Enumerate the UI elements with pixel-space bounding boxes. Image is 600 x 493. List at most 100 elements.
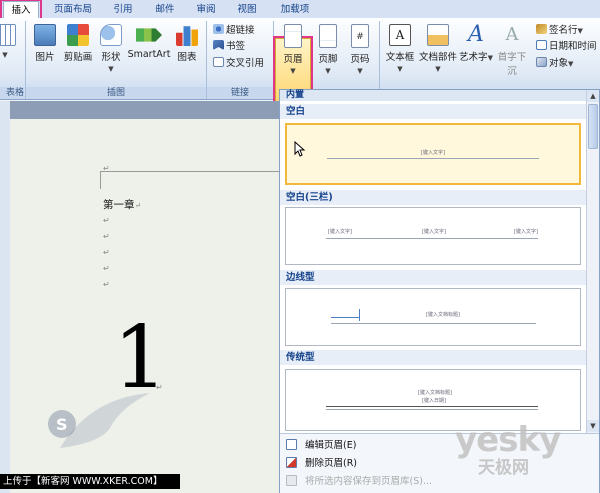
tab-view[interactable]: 视图 — [232, 1, 262, 18]
tab-insert[interactable]: 插入 — [0, 0, 42, 20]
object-button[interactable]: 对象▼ — [536, 57, 573, 71]
tab-references[interactable]: 引用 — [108, 1, 138, 18]
chart-label: 图表 — [177, 52, 197, 63]
table-button[interactable]: ▼ — [0, 24, 16, 60]
upload-caption-watermark: 上传于【新客网 WWW.XKER.COM】 — [0, 474, 180, 489]
remove-header-label: 删除页眉(R) — [305, 458, 358, 469]
paragraph-mark: ↵ — [103, 164, 110, 173]
crossref-button[interactable]: 交叉引用 — [213, 57, 264, 71]
remove-header-icon — [286, 457, 297, 468]
page-number-icon: # — [351, 24, 369, 48]
picture-button[interactable]: 图片 — [29, 24, 61, 63]
thumb-placeholder: [键入文字] — [514, 229, 538, 235]
header-button[interactable]: 页眉 ▼ — [277, 24, 309, 76]
thumb-placeholder: [键入文字] — [421, 150, 445, 156]
chevron-down-icon: ▼ — [357, 67, 363, 75]
thumb-placeholder: [键入文档标题] — [418, 390, 452, 396]
thumb-rule — [327, 158, 539, 159]
site-logo-watermark: S — [48, 393, 150, 448]
header-icon — [284, 24, 302, 48]
header-style-sideline[interactable]: [键入文档标题] — [285, 288, 581, 346]
smartart-icon — [136, 28, 162, 42]
scroll-thumb[interactable] — [588, 104, 598, 149]
thumb-rule — [326, 406, 538, 407]
datetime-label: 日期和时间 — [549, 41, 597, 52]
tab-addins[interactable]: 加载项 — [275, 1, 315, 18]
clipart-button[interactable]: 剪贴画 — [61, 24, 95, 63]
edit-header-icon — [286, 439, 297, 450]
group-label-table: 表格 — [0, 87, 24, 99]
object-label: 对象 — [549, 58, 569, 69]
wordart-label: 艺术字 — [459, 52, 488, 63]
signature-button[interactable]: 签名行▼ — [536, 24, 583, 38]
thumb-placeholder: [键入文字] — [422, 229, 446, 235]
chevron-down-icon: ▼ — [325, 67, 331, 75]
gallery-category-sideline: 边线型 — [280, 270, 586, 285]
tab-page-layout[interactable]: 页面布局 — [48, 1, 98, 18]
bookmark-label: 书签 — [226, 41, 246, 52]
ribbon: ▼ 表格 图片 剪贴画 形状 ▼ SmartArt 图表 插图 超链接 书签 交叉… — [0, 18, 600, 109]
edit-header-menu-item[interactable]: 编辑页眉(E) — [286, 438, 356, 454]
paragraph-mark: ↵ — [103, 248, 110, 257]
save-to-header-gallery-menu-item[interactable]: 将所选内容保存到页眉库(S)... — [286, 474, 432, 490]
hyperlink-button[interactable]: 超链接 — [213, 24, 255, 38]
thumb-rule — [326, 409, 538, 410]
ribbon-tab-bar: 插入 页面布局 引用 邮件 审阅 视图 加载项 — [0, 0, 600, 20]
dropcap-label: 首字下沉 — [497, 52, 527, 77]
dropcap-icon: A — [505, 24, 519, 45]
textbox-icon: A — [389, 24, 411, 46]
datetime-button[interactable]: 日期和时间 — [536, 40, 597, 54]
header-label: 页眉 — [283, 54, 303, 65]
gallery-category-blank: 空白 — [280, 104, 586, 119]
page-number-button[interactable]: # 页码 ▼ — [345, 24, 375, 76]
smartart-button[interactable]: SmartArt — [127, 24, 171, 60]
paragraph-mark: ↵ — [103, 216, 110, 225]
chart-button[interactable]: 图表 — [172, 24, 202, 63]
thumb-accent-rule — [331, 317, 359, 318]
thumb-placeholder: [键入文字] — [328, 229, 352, 235]
calendar-icon — [536, 40, 547, 50]
paragraph-mark: ↵ — [103, 264, 110, 273]
thumb-rule — [326, 238, 538, 239]
scroll-up-icon[interactable]: ▲ — [587, 90, 599, 102]
mouse-cursor-icon — [294, 141, 306, 157]
header-boundary-line — [100, 171, 280, 172]
paragraph-mark: ↵ — [103, 232, 110, 241]
chevron-down-icon: ▼ — [290, 67, 296, 75]
header-style-blank-three-column[interactable]: [键入文字] [键入文字] [键入文字] — [285, 207, 581, 265]
group-label-illustrations: 插图 — [26, 87, 206, 99]
save-gallery-icon — [286, 475, 297, 486]
bookmark-button[interactable]: 书签 — [213, 40, 245, 54]
wordart-button[interactable]: A 艺术字▼ — [458, 22, 494, 64]
dropcap-button[interactable]: A 首字下沉 — [494, 24, 530, 77]
scroll-down-icon[interactable]: ▼ — [587, 420, 599, 432]
footer-button[interactable]: 页脚 ▼ — [313, 24, 343, 76]
object-icon — [536, 57, 547, 67]
chevron-down-icon: ▼ — [435, 65, 441, 73]
tab-review[interactable]: 审阅 — [191, 1, 221, 18]
chevron-down-icon: ▼ — [487, 54, 493, 62]
shapes-button[interactable]: 形状 ▼ — [97, 24, 125, 74]
gallery-section-header: 内置 — [280, 90, 599, 101]
chevron-down-icon: ▼ — [577, 27, 583, 35]
chevron-down-icon: ▼ — [108, 65, 114, 73]
page-number-label: 页码 — [350, 54, 370, 65]
shapes-label: 形状 — [101, 52, 121, 63]
thumb-placeholder: [键入日期] — [422, 398, 446, 404]
thumb-placeholder: [键入文档标题] — [426, 312, 460, 318]
textbox-button[interactable]: A 文本框 ▼ — [384, 24, 416, 74]
chapter-heading: 第一章↵ — [103, 199, 142, 211]
clipart-label: 剪贴画 — [63, 52, 93, 63]
quickparts-label: 文档部件 — [418, 52, 457, 63]
paragraph-mark: ↵ — [103, 280, 110, 289]
wordart-icon: A — [468, 22, 484, 47]
bookmark-icon — [213, 40, 224, 50]
tab-mailings[interactable]: 邮件 — [150, 1, 180, 18]
gallery-scrollbar[interactable]: ▲ ▼ — [586, 90, 599, 433]
chevron-down-icon: ▼ — [568, 60, 574, 68]
quickparts-button[interactable]: 文档部件 ▼ — [418, 24, 458, 74]
header-style-blank[interactable]: [键入文字] — [285, 123, 581, 185]
remove-header-menu-item[interactable]: 删除页眉(R) — [286, 456, 357, 472]
group-label-links: 链接 — [207, 87, 273, 99]
gallery-category-traditional: 传统型 — [280, 350, 586, 365]
